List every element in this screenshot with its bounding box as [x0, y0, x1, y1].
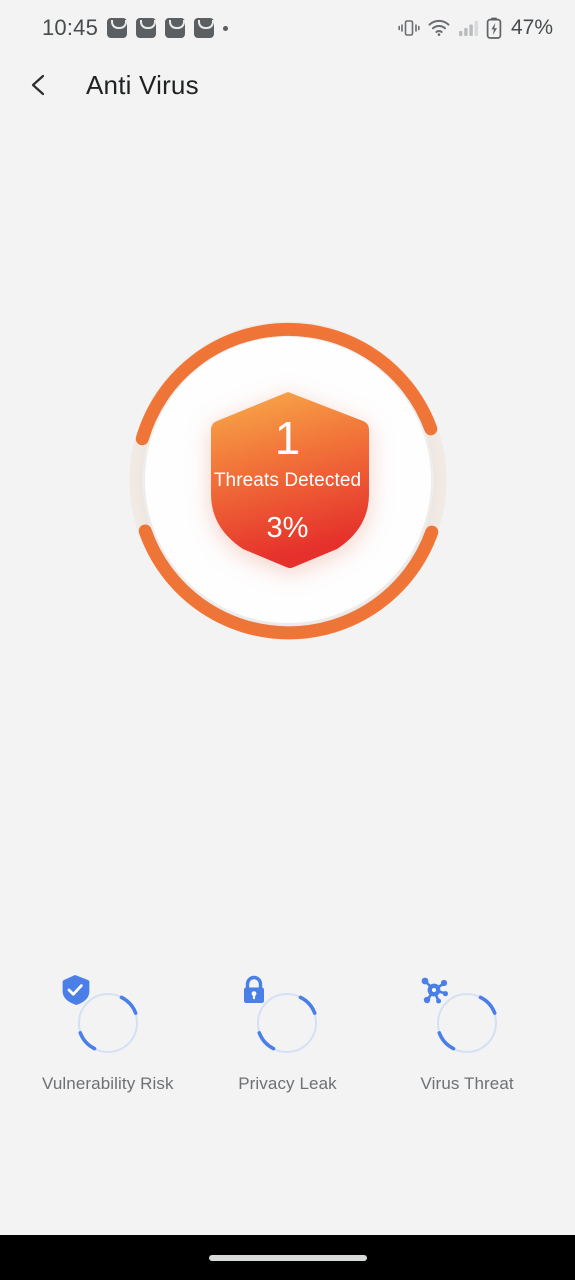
- threat-shield: 1 Threats Detected 3%: [205, 390, 371, 570]
- cellular-signal-icon: [458, 18, 478, 38]
- page-title: Anti Virus: [86, 69, 199, 100]
- threat-count: 1: [274, 412, 301, 464]
- mail-icon: [107, 18, 128, 38]
- scan-result-section: 1 Threats Detected 3%: [0, 300, 575, 660]
- app-header: Anti Virus: [0, 56, 575, 114]
- more-notifications-dot: [223, 25, 229, 31]
- category-label: Vulnerability Risk: [42, 1074, 174, 1093]
- wifi-icon: [428, 18, 450, 38]
- status-clock: 10:45: [42, 15, 99, 40]
- category-ring: [244, 975, 320, 1056]
- category-label: Virus Threat: [420, 1074, 514, 1093]
- vibrate-icon: [398, 18, 420, 38]
- category-privacy-leak[interactable]: Privacy Leak: [212, 975, 362, 1094]
- threat-label: Threats Detected: [213, 470, 362, 491]
- chevron-left-icon: [26, 72, 52, 98]
- category-vulnerability-risk[interactable]: Vulnerability Risk: [33, 975, 183, 1094]
- scan-progress-gauge: 1 Threats Detected 3%: [123, 315, 453, 645]
- anti-virus-screen: 10:45 47% Anti Virus 1 Threats Detected …: [0, 0, 575, 1280]
- category-virus-threat[interactable]: Virus Threat: [392, 977, 542, 1094]
- back-button[interactable]: [12, 58, 66, 112]
- shield-check-icon: [62, 975, 90, 1005]
- system-navigation-bar: [0, 1235, 575, 1280]
- category-ring: [62, 975, 141, 1056]
- shield-text-block: 1 Threats Detected 3%: [205, 415, 371, 545]
- category-row: Vulnerability Risk Privacy Leak Virus Th…: [0, 975, 575, 1094]
- status-bar-right: 47%: [398, 16, 553, 40]
- mail-icon: [194, 18, 215, 38]
- category-label: Privacy Leak: [238, 1074, 337, 1093]
- mail-icon: [136, 18, 157, 38]
- home-gesture-pill[interactable]: [208, 1254, 367, 1261]
- status-bar: 10:45 47%: [0, 0, 575, 56]
- status-bar-left: 10:45: [42, 15, 229, 41]
- battery-charging-icon: [486, 17, 502, 39]
- threat-percent: 3%: [266, 512, 309, 544]
- category-ring: [421, 977, 500, 1056]
- battery-percent-label: 47%: [510, 16, 553, 39]
- mail-icon: [165, 18, 186, 38]
- virus-icon: [421, 977, 449, 1004]
- lock-icon: [244, 975, 265, 1003]
